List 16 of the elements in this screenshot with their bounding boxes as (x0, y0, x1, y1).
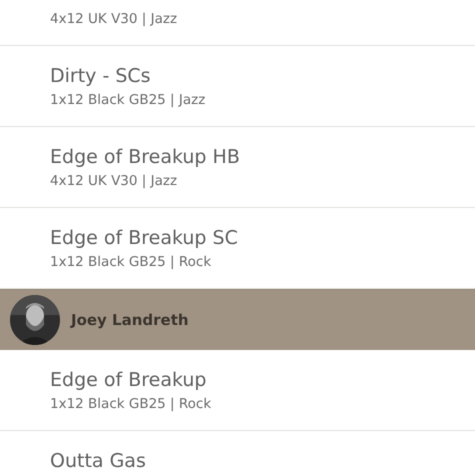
preset-title: Dirty - SCs (50, 64, 151, 88)
preset-subtitle: 1x12 Black GB25 | Rock (50, 395, 212, 413)
preset-title: Outta Gas (50, 449, 146, 473)
preset-subtitle: 1x12 Black GB25 | Rock (50, 253, 212, 271)
preset-row[interactable]: Outta Gas (0, 431, 475, 475)
preset-title: Edge of Breakup (50, 368, 206, 392)
preset-row[interactable]: Dirty - SCs 1x12 Black GB25 | Jazz (0, 46, 475, 127)
preset-row[interactable]: Edge of Breakup HB 4x12 UK V30 | Jazz (0, 127, 475, 208)
preset-row[interactable]: Edge of Breakup 1x12 Black GB25 | Rock (0, 350, 475, 431)
artist-name: Joey Landreth (71, 311, 189, 329)
preset-title: Edge of Breakup SC (50, 226, 238, 250)
preset-subtitle: 4x12 UK V30 | Jazz (50, 10, 178, 28)
preset-row[interactable]: 4x12 UK V30 | Jazz (0, 0, 475, 46)
preset-title: Edge of Breakup HB (50, 145, 240, 169)
preset-subtitle: 4x12 UK V30 | Jazz (50, 172, 178, 190)
preset-subtitle: 1x12 Black GB25 | Jazz (50, 91, 206, 109)
